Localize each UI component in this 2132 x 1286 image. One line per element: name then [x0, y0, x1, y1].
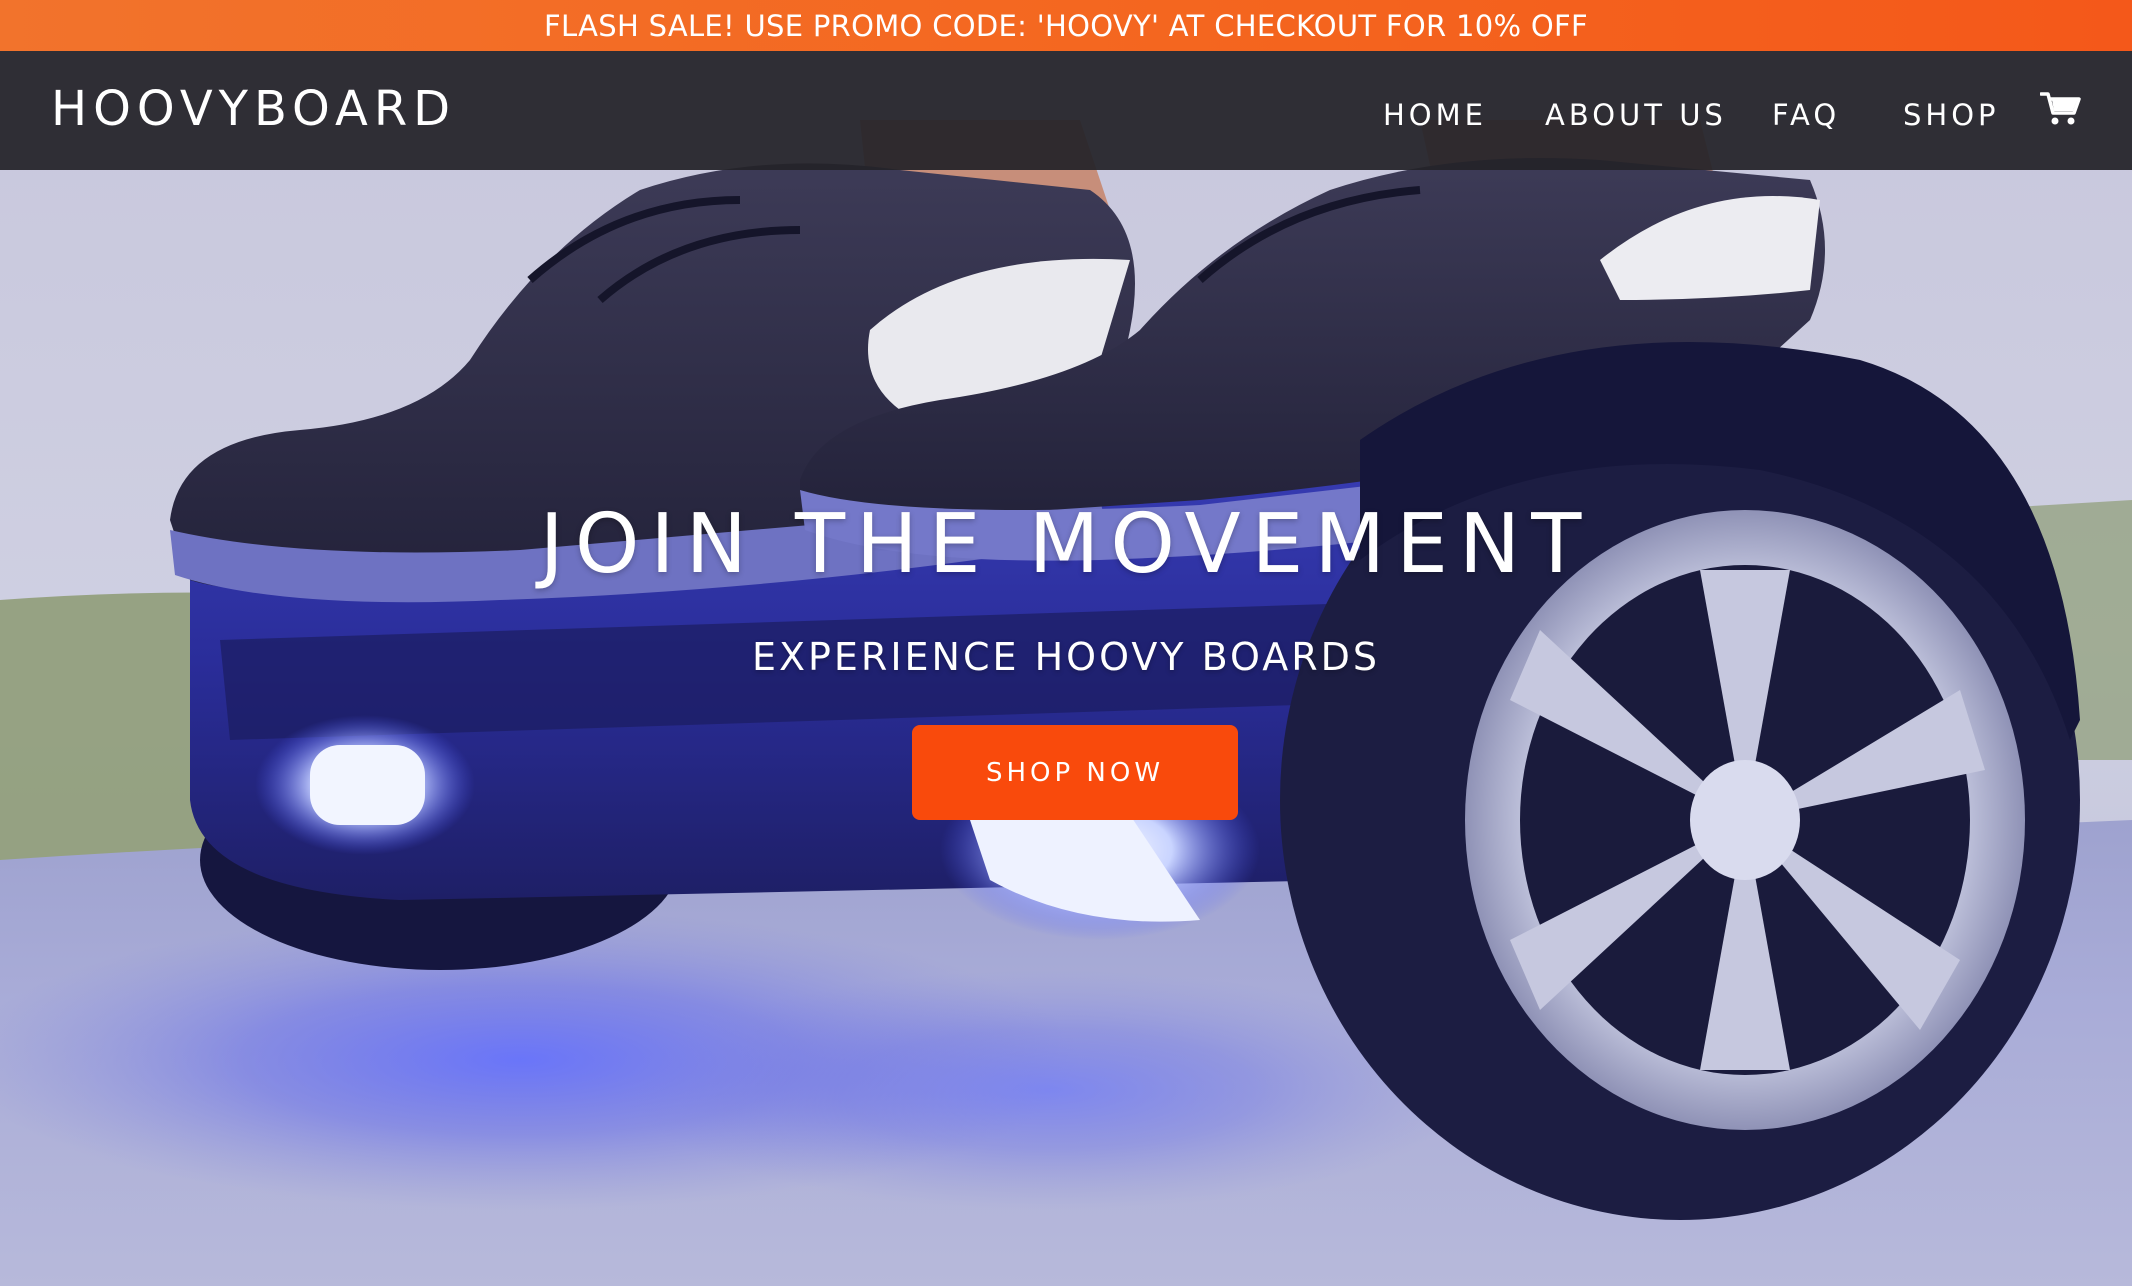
shopping-cart-icon[interactable] — [2040, 91, 2082, 127]
promo-banner: FLASH SALE! USE PROMO CODE: 'HOOVY' AT C… — [0, 0, 2132, 51]
main-nav: HOME ABOUT US FAQ SHOP — [0, 98, 2132, 138]
hero-title: JOIN THE MOVEMENT — [539, 497, 1593, 592]
promo-banner-text: FLASH SALE! USE PROMO CODE: 'HOOVY' AT C… — [544, 8, 1588, 43]
nav-shop[interactable]: SHOP — [1903, 98, 2000, 132]
nav-about-us[interactable]: ABOUT US — [1545, 98, 1727, 132]
nav-home[interactable]: HOME — [1383, 98, 1487, 132]
nav-faq[interactable]: FAQ — [1772, 98, 1840, 132]
site-header: HOOVYBOARD HOME ABOUT US FAQ SHOP — [0, 51, 2132, 170]
shop-now-button[interactable]: SHOP NOW — [912, 725, 1238, 820]
hero-subtitle: EXPERIENCE HOOVY BOARDS — [751, 635, 1381, 679]
